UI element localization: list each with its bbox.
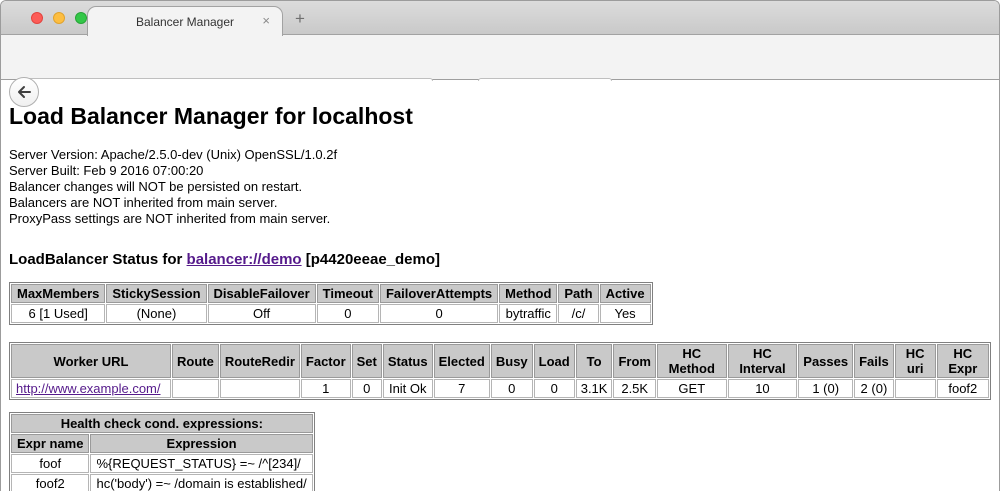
loadbalancer-status-heading: LoadBalancer Status for balancer://demo … bbox=[9, 251, 991, 268]
col-factor: Factor bbox=[301, 344, 351, 378]
col-hc-uri: HC uri bbox=[895, 344, 936, 378]
balancer-demo-link[interactable]: balancer://demo bbox=[187, 251, 302, 268]
col-status: Status bbox=[383, 344, 433, 378]
col-expression: Expression bbox=[90, 434, 312, 453]
col-expr-name: Expr name bbox=[11, 434, 89, 453]
cell-maxmembers: 6 [1 Used] bbox=[11, 304, 105, 323]
col-failoverattempts: FailoverAttempts bbox=[380, 284, 498, 303]
cell-hc-method: GET bbox=[657, 379, 727, 398]
new-tab-button[interactable]: + bbox=[295, 9, 305, 29]
table-header-row: MaxMembers StickySession DisableFailover… bbox=[11, 284, 651, 303]
col-elected: Elected bbox=[434, 344, 490, 378]
cell-stickysession: (None) bbox=[106, 304, 206, 323]
col-from: From bbox=[613, 344, 656, 378]
tab-bar: Balancer Manager × + bbox=[1, 1, 999, 35]
col-stickysession: StickySession bbox=[106, 284, 206, 303]
status-heading-prefix: LoadBalancer Status for bbox=[9, 251, 187, 268]
window-close-button[interactable] bbox=[31, 12, 43, 24]
cell-active: Yes bbox=[600, 304, 651, 323]
cell-busy: 0 bbox=[491, 379, 533, 398]
col-path: Path bbox=[558, 284, 598, 303]
server-built-line: Server Built: Feb 9 2016 07:00:20 bbox=[9, 163, 991, 179]
status-heading-suffix: [p4420eeae_demo] bbox=[302, 251, 440, 268]
tab-close-icon[interactable]: × bbox=[262, 13, 270, 28]
cell-expr-name: foof bbox=[11, 454, 89, 473]
browser-window: Balancer Manager × + localhost:8880/bala… bbox=[0, 0, 1000, 491]
tab-balancer-manager[interactable]: Balancer Manager × bbox=[87, 6, 283, 36]
health-check-table: Health check cond. expressions: Expr nam… bbox=[9, 412, 315, 491]
cell-routeredir bbox=[220, 379, 300, 398]
col-fails: Fails bbox=[854, 344, 894, 378]
cell-expression: hc('body') =~ /domain is established/ bbox=[90, 474, 312, 491]
cell-status: Init Ok bbox=[383, 379, 433, 398]
cell-method: bytraffic bbox=[499, 304, 557, 323]
cell-route bbox=[172, 379, 219, 398]
cell-failoverattempts: 0 bbox=[380, 304, 498, 323]
server-version-line: Server Version: Apache/2.5.0-dev (Unix) … bbox=[9, 147, 991, 163]
col-active: Active bbox=[600, 284, 651, 303]
server-info: Server Version: Apache/2.5.0-dev (Unix) … bbox=[9, 147, 991, 227]
table-title-row: Health check cond. expressions: bbox=[11, 414, 313, 433]
col-load: Load bbox=[534, 344, 575, 378]
persist-notice-line: Balancer changes will NOT be persisted o… bbox=[9, 179, 991, 195]
col-hc-interval: HC Interval bbox=[728, 344, 798, 378]
inherit-notice-line: Balancers are NOT inherited from main se… bbox=[9, 195, 991, 211]
cell-factor: 1 bbox=[301, 379, 351, 398]
proxypass-notice-line: ProxyPass settings are NOT inherited fro… bbox=[9, 211, 991, 227]
cell-fails: 2 (0) bbox=[854, 379, 894, 398]
table-row: foof %{REQUEST_STATUS} =~ /^[234]/ bbox=[11, 454, 313, 473]
table-row: http://www.example.com/ 1 0 Init Ok 7 0 … bbox=[11, 379, 989, 398]
col-route: Route bbox=[172, 344, 219, 378]
col-hc-expr: HC Expr bbox=[937, 344, 989, 378]
navigation-toolbar: localhost:8880/balancer-manager ↻ bbox=[1, 35, 999, 80]
cell-hc-uri bbox=[895, 379, 936, 398]
col-worker-url: Worker URL bbox=[11, 344, 171, 378]
cell-worker-url: http://www.example.com/ bbox=[11, 379, 171, 398]
col-to: To bbox=[576, 344, 613, 378]
table-row: 6 [1 Used] (None) Off 0 0 bytraffic /c/ … bbox=[11, 304, 651, 323]
cell-passes: 1 (0) bbox=[798, 379, 853, 398]
table-header-row: Worker URL Route RouteRedir Factor Set S… bbox=[11, 344, 989, 378]
cell-expression: %{REQUEST_STATUS} =~ /^[234]/ bbox=[90, 454, 312, 473]
tab-title: Balancer Manager bbox=[136, 15, 234, 29]
cell-hc-expr: foof2 bbox=[937, 379, 989, 398]
window-controls bbox=[31, 12, 87, 24]
col-hc-method: HC Method bbox=[657, 344, 727, 378]
balancer-summary-table: MaxMembers StickySession DisableFailover… bbox=[9, 282, 653, 325]
window-minimize-button[interactable] bbox=[53, 12, 65, 24]
cell-path: /c/ bbox=[558, 304, 598, 323]
col-set: Set bbox=[352, 344, 382, 378]
window-zoom-button[interactable] bbox=[75, 12, 87, 24]
cell-timeout: 0 bbox=[317, 304, 379, 323]
cell-set: 0 bbox=[352, 379, 382, 398]
page-title: Load Balancer Manager for localhost bbox=[9, 103, 991, 130]
col-routeredir: RouteRedir bbox=[220, 344, 300, 378]
table-row: foof2 hc('body') =~ /domain is establish… bbox=[11, 474, 313, 491]
col-disablefailover: DisableFailover bbox=[208, 284, 316, 303]
cell-from: 2.5K bbox=[613, 379, 656, 398]
col-passes: Passes bbox=[798, 344, 853, 378]
worker-table: Worker URL Route RouteRedir Factor Set S… bbox=[9, 342, 991, 400]
cell-disablefailover: Off bbox=[208, 304, 316, 323]
table-header-row: Expr name Expression bbox=[11, 434, 313, 453]
col-maxmembers: MaxMembers bbox=[11, 284, 105, 303]
back-button[interactable] bbox=[9, 77, 39, 107]
worker-url-link[interactable]: http://www.example.com/ bbox=[16, 381, 161, 396]
cell-hc-interval: 10 bbox=[728, 379, 798, 398]
cell-elected: 7 bbox=[434, 379, 490, 398]
page-content: Load Balancer Manager for localhost Serv… bbox=[1, 81, 999, 491]
cell-expr-name: foof2 bbox=[11, 474, 89, 491]
col-timeout: Timeout bbox=[317, 284, 379, 303]
cell-to: 3.1K bbox=[576, 379, 613, 398]
health-check-title: Health check cond. expressions: bbox=[11, 414, 313, 433]
back-arrow-icon bbox=[15, 83, 33, 101]
col-method: Method bbox=[499, 284, 557, 303]
cell-load: 0 bbox=[534, 379, 575, 398]
col-busy: Busy bbox=[491, 344, 533, 378]
